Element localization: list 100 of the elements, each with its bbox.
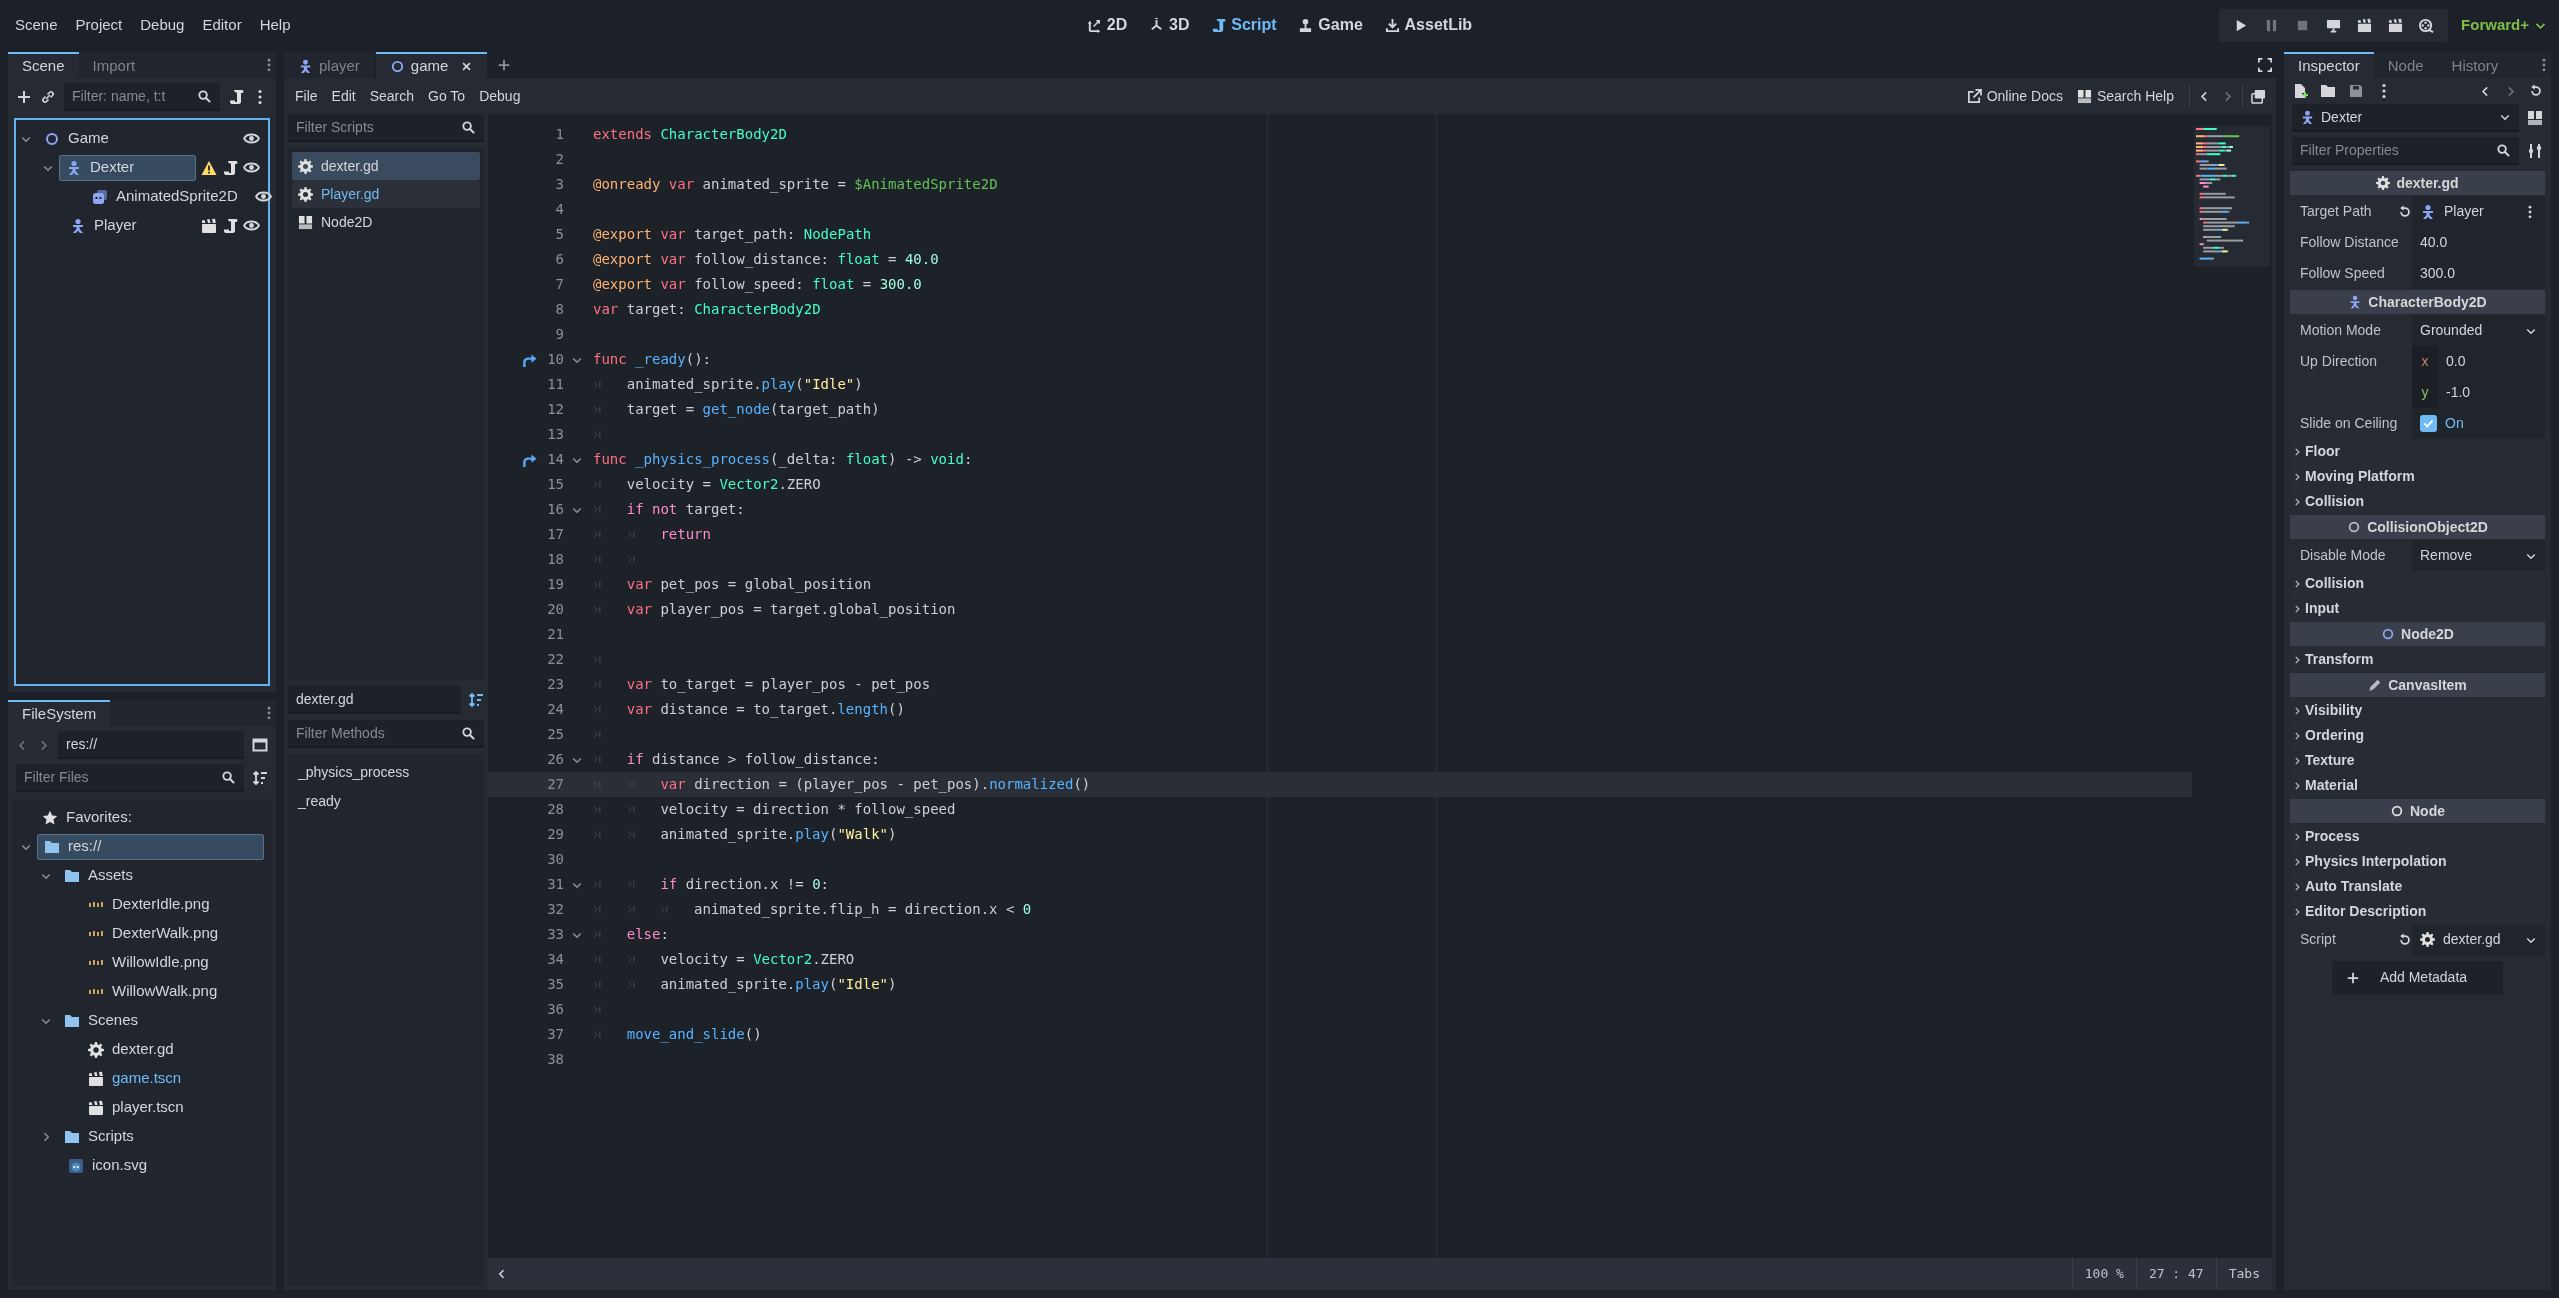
file-tree-item[interactable]: Scenes <box>57 1007 146 1034</box>
filter-field[interactable]: Filter Files <box>16 764 244 792</box>
code-minimap-drawing[interactable] <box>2194 126 2270 267</box>
workspace-tab[interactable]: Script <box>1202 9 1286 41</box>
number-field[interactable]: x 0.0 <box>2412 346 2545 377</box>
number-field[interactable]: 300.0 <box>2412 258 2545 289</box>
add-icon[interactable] <box>16 89 32 105</box>
menu-item[interactable]: Debug <box>472 82 528 110</box>
help-link[interactable]: Online Docs <box>1959 82 2070 110</box>
dock-tab[interactable]: Scene <box>8 52 79 78</box>
property-value[interactable]: Player <box>2412 196 2545 227</box>
filter-field[interactable]: Filter: name, t:t <box>64 83 220 111</box>
property-value[interactable]: dexter.gd <box>2412 924 2545 955</box>
number-field[interactable]: y -1.0 <box>2412 377 2545 408</box>
file-tree-item[interactable]: WillowIdle.png <box>81 949 216 976</box>
dock-tab[interactable]: Import <box>78 52 150 78</box>
tools-icon[interactable] <box>2527 143 2543 159</box>
file-tree-item[interactable]: res:// <box>37 833 264 860</box>
search-icon[interactable] <box>197 89 212 104</box>
number-field[interactable]: 40.0 <box>2412 227 2545 258</box>
tree-item[interactable]: Dexter <box>59 154 196 181</box>
file-tree-item[interactable]: dexter.gd <box>81 1036 181 1063</box>
dock-tab[interactable]: FileSystem <box>8 700 111 726</box>
search-icon[interactable] <box>221 770 236 785</box>
file-tree-item[interactable]: DexterIdle.png <box>81 891 217 918</box>
override-arrow-icon[interactable] <box>522 352 537 368</box>
dock-tab[interactable]: History <box>2437 52 2513 78</box>
search-icon[interactable] <box>2496 143 2511 158</box>
menu-item[interactable]: Project <box>66 9 132 41</box>
windows-icon[interactable] <box>2251 88 2266 104</box>
menu-item[interactable]: Search <box>362 82 422 110</box>
save-icon[interactable] <box>2348 83 2364 99</box>
workspace-tab[interactable]: AssetLib <box>1375 9 1482 41</box>
property-dropdown[interactable]: Remove <box>2412 540 2545 571</box>
tree-item[interactable]: Game <box>37 125 116 152</box>
filter-field[interactable]: Filter Methods <box>288 720 484 748</box>
clapper-icon[interactable] <box>2387 17 2403 33</box>
revert-icon[interactable] <box>2398 932 2412 947</box>
dock-tab[interactable]: Node <box>2373 52 2438 78</box>
tab[interactable]: game <box>375 52 488 78</box>
help-link[interactable]: Search Help <box>2069 82 2181 110</box>
method-item[interactable]: _physics_process <box>292 758 480 787</box>
menu-item[interactable]: Editor <box>193 9 251 41</box>
filter-field[interactable]: Filter Properties <box>2292 137 2519 165</box>
link-icon[interactable] <box>40 89 56 105</box>
object-selector[interactable]: Dexter <box>2292 104 2519 132</box>
menu-item[interactable]: Edit <box>324 82 363 110</box>
path-field[interactable]: res:// <box>58 731 244 759</box>
file-tree-item[interactable]: game.tscn <box>81 1065 189 1092</box>
method-item[interactable]: _ready <box>292 787 480 816</box>
sort-icon[interactable] <box>468 692 484 708</box>
tree-item[interactable]: AnimatedSprite2D <box>85 183 245 210</box>
history-icon[interactable] <box>2529 84 2543 98</box>
menu-item[interactable]: Scene <box>6 9 67 41</box>
section-title: CollisionObject2D <box>2367 517 2488 537</box>
folder-icon[interactable] <box>2320 83 2336 99</box>
monitor-icon[interactable] <box>2325 17 2341 33</box>
warning-icon[interactable] <box>201 159 217 176</box>
movie-reel-icon[interactable] <box>2418 17 2434 33</box>
script-name-field[interactable]: dexter.gd <box>288 686 461 714</box>
file-tree-item[interactable]: Assets <box>57 862 140 889</box>
menu-item[interactable]: File <box>288 82 325 110</box>
tab[interactable]: player <box>284 52 374 78</box>
fullscreen-icon[interactable] <box>2258 58 2272 72</box>
chevron-right-icon <box>2292 654 2302 665</box>
add-metadata-button[interactable]: Add Metadata <box>2331 961 2504 994</box>
add-tab-icon[interactable] <box>497 58 512 72</box>
dock-tab[interactable]: Inspector <box>2284 52 2374 78</box>
clapper-icon[interactable] <box>201 217 217 234</box>
override-arrow-icon[interactable] <box>522 452 537 468</box>
checkbox[interactable] <box>2420 415 2437 432</box>
menu-item[interactable]: Help <box>250 9 300 41</box>
file-tree-item[interactable]: WillowWalk.png <box>81 978 225 1005</box>
script-list-item[interactable]: Player.gd <box>292 180 480 208</box>
menu-item[interactable]: Debug <box>131 9 194 41</box>
sort-icon[interactable] <box>252 770 268 786</box>
indent-mode[interactable]: Tabs <box>2215 1258 2272 1290</box>
new-file-icon[interactable] <box>2292 83 2308 99</box>
workspace-tab[interactable]: 2D <box>1077 9 1137 41</box>
tree-item[interactable]: Player <box>63 212 144 239</box>
zoom-level[interactable]: 100 % <box>2071 1258 2136 1290</box>
workspace-tab[interactable]: 3D <box>1140 9 1199 41</box>
external-link-icon <box>1966 88 1982 104</box>
file-tree-item[interactable]: player.tscn <box>81 1094 191 1121</box>
file-tree-item[interactable]: DexterWalk.png <box>81 920 226 947</box>
search-icon[interactable] <box>461 726 476 741</box>
file-tree-item[interactable]: Scripts <box>57 1123 141 1150</box>
script-list-item[interactable]: dexter.gd <box>292 152 480 180</box>
file-tree-item[interactable]: icon.svg <box>61 1152 155 1179</box>
workspace-tab[interactable]: Game <box>1289 9 1372 41</box>
layout-icon[interactable] <box>252 737 268 753</box>
search-icon[interactable] <box>461 120 476 135</box>
doc-icon[interactable] <box>2527 110 2543 126</box>
property-dropdown[interactable]: Grounded <box>2412 315 2545 346</box>
renderer-dropdown[interactable]: Forward+ <box>2455 9 2553 41</box>
script-list-item[interactable]: Node2D <box>292 208 480 236</box>
clapper-icon[interactable] <box>2356 17 2372 33</box>
revert-icon[interactable] <box>2398 204 2412 219</box>
filter-field[interactable]: Filter Scripts <box>288 114 484 142</box>
menu-item[interactable]: Go To <box>421 82 473 110</box>
